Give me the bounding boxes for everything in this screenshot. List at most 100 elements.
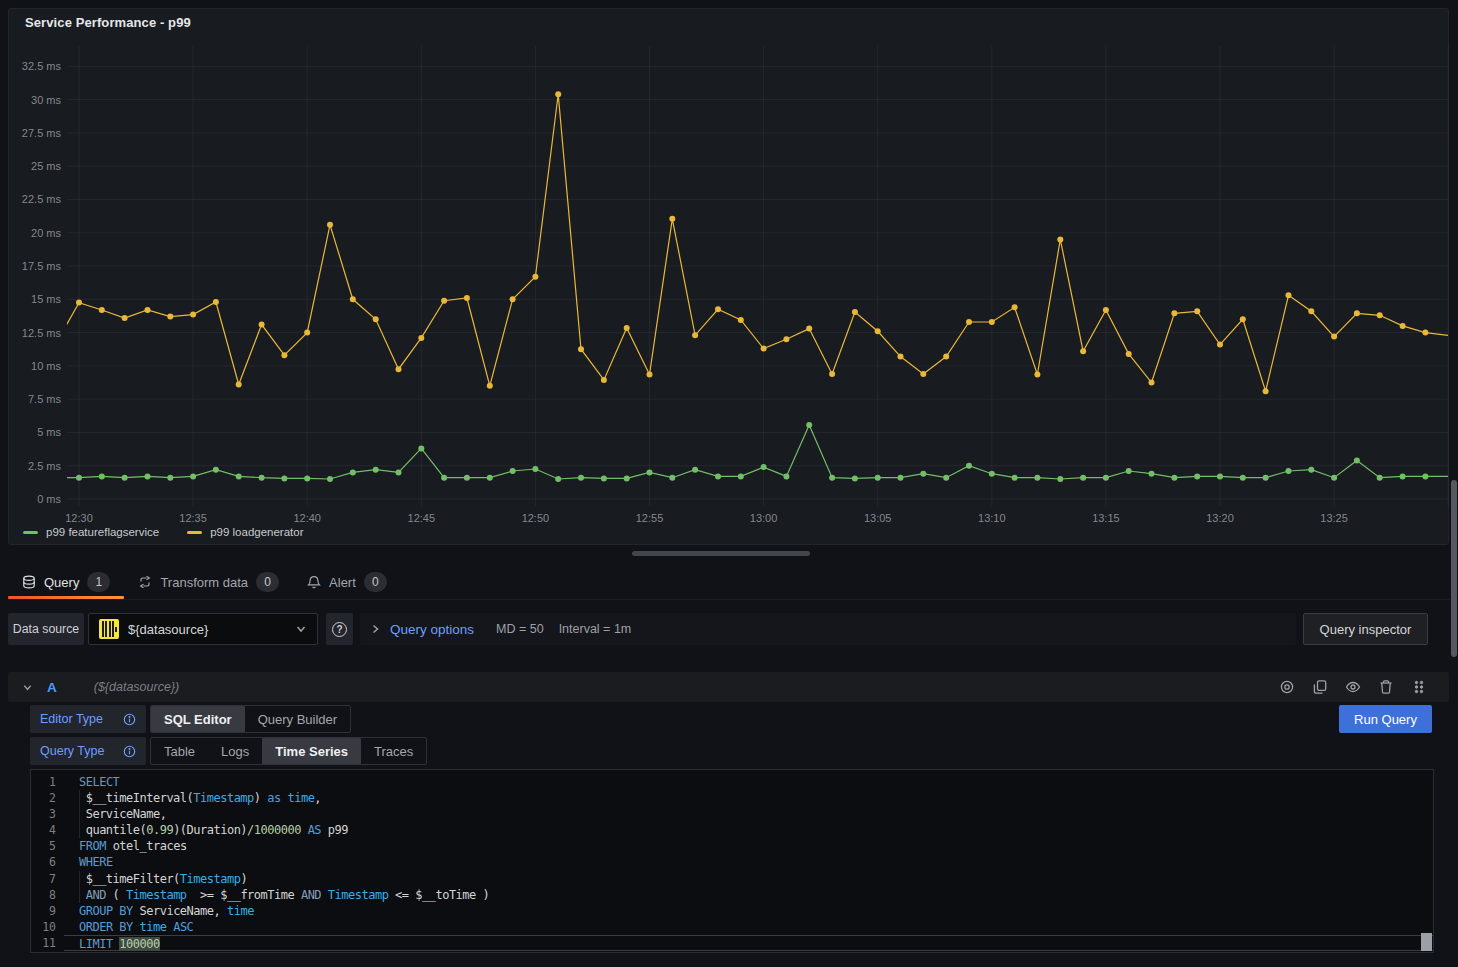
code-line: 4quantile(0.99)(Duration)/1000000 AS p99 — [31, 822, 1433, 838]
svg-text:12:45: 12:45 — [408, 512, 436, 524]
run-query-button[interactable]: Run Query — [1339, 705, 1432, 733]
chevron-down-icon — [295, 623, 307, 635]
tab-query[interactable]: Query 1 — [8, 565, 124, 599]
svg-text:13:25: 13:25 — [1320, 512, 1348, 524]
query-row-actions — [1279, 679, 1427, 695]
line-content: GROUP BY ServiceName, time — [64, 903, 1433, 919]
question-circle-icon: ? — [332, 622, 347, 637]
panel-service-performance: Service Performance - p99 0 ms2.5 ms5 ms… — [8, 8, 1449, 545]
svg-text:27.5 ms: 27.5 ms — [22, 127, 62, 139]
sql-code-editor[interactable]: 1SELECT2$__timeInterval(Timestamp) as ti… — [30, 769, 1434, 953]
svg-text:0 ms: 0 ms — [37, 493, 61, 505]
line-number: 6 — [31, 854, 56, 870]
option-table[interactable]: Table — [151, 738, 208, 764]
info-circle-icon — [123, 713, 136, 726]
code-line: 9 GROUP BY ServiceName, time — [31, 903, 1433, 919]
line-content: LIMIT 100000 — [64, 935, 1433, 951]
legend-label: p99 featureflagservice — [46, 526, 159, 538]
line-content: AND ( Timestamp >= $__fromTime AND Times… — [64, 887, 1433, 903]
line-content: $__timeFilter(Timestamp) — [64, 871, 1433, 887]
option-time-series[interactable]: Time Series — [262, 738, 361, 764]
legend-item[interactable]: p99 loadgenerator — [187, 526, 303, 538]
line-number: 11 — [31, 935, 56, 951]
line-number: 3 — [31, 806, 56, 822]
legend-swatch — [187, 531, 202, 534]
svg-text:13:20: 13:20 — [1206, 512, 1234, 524]
legend-label: p99 loadgenerator — [210, 526, 303, 538]
query-row-header[interactable]: A (${datasource}) — [8, 672, 1449, 702]
tab-label: Query — [44, 575, 79, 590]
query-options-bar[interactable]: Query options MD = 50 Interval = 1m — [360, 613, 1296, 645]
code-line: 11 LIMIT 100000 — [31, 935, 1433, 951]
svg-text:20 ms: 20 ms — [31, 227, 61, 239]
code-lines: 1SELECT2$__timeInterval(Timestamp) as ti… — [31, 774, 1433, 951]
chart-legend: p99 featureflagservice p99 loadgenerator — [23, 526, 304, 538]
vertical-scrollbar[interactable] — [1451, 480, 1457, 657]
editor-cursor-decoration — [1421, 933, 1432, 951]
line-content: ORDER BY time ASC — [64, 919, 1433, 935]
hide-response-icon[interactable] — [1345, 679, 1361, 695]
max-data-points: MD = 50 — [496, 622, 544, 636]
line-content: WHERE — [64, 854, 1433, 870]
disable-query-icon[interactable] — [1279, 679, 1295, 695]
option-logs[interactable]: Logs — [208, 738, 262, 764]
line-number: 10 — [31, 919, 56, 935]
code-line: 1SELECT — [31, 774, 1433, 790]
info-circle-icon — [123, 745, 136, 758]
line-content: quantile(0.99)(Duration)/1000000 AS p99 — [64, 822, 1433, 838]
tab-alert[interactable]: Alert 0 — [293, 565, 401, 599]
clickhouse-datasource-icon — [99, 619, 119, 639]
tab-badge: 0 — [364, 572, 387, 592]
drag-handle-icon[interactable] — [1411, 679, 1427, 695]
timeseries-chart[interactable]: 0 ms2.5 ms5 ms7.5 ms10 ms12.5 ms15 ms17.… — [9, 9, 1450, 546]
legend-swatch — [23, 531, 38, 534]
remove-query-icon[interactable] — [1378, 679, 1394, 695]
datasource-value: ${datasource} — [128, 622, 295, 637]
datasource-help-button[interactable]: ? — [326, 613, 353, 645]
line-content: FROM otel_traces — [64, 838, 1433, 854]
duplicate-query-icon[interactable] — [1312, 679, 1328, 695]
editor-type-group: SQL EditorQuery Builder — [150, 705, 351, 733]
horizontal-scrollbar[interactable] — [632, 551, 810, 556]
line-number: 9 — [31, 903, 56, 919]
svg-text:12.5 ms: 12.5 ms — [22, 327, 62, 339]
svg-text:12:40: 12:40 — [293, 512, 321, 524]
code-line: 7$__timeFilter(Timestamp) — [31, 871, 1433, 887]
code-line: 3 ServiceName, — [31, 806, 1433, 822]
code-line: 10 ORDER BY time ASC — [31, 919, 1433, 935]
option-traces[interactable]: Traces — [361, 738, 426, 764]
svg-text:30 ms: 30 ms — [31, 94, 61, 106]
query-inspector-button[interactable]: Query inspector — [1303, 613, 1428, 645]
svg-text:17.5 ms: 17.5 ms — [22, 260, 62, 272]
svg-text:2.5 ms: 2.5 ms — [28, 460, 62, 472]
svg-text:25 ms: 25 ms — [31, 160, 61, 172]
tab-label: Alert — [329, 575, 356, 590]
bell-icon — [307, 575, 321, 589]
option-query-builder[interactable]: Query Builder — [245, 706, 350, 732]
query-options-link[interactable]: Query options — [390, 622, 474, 637]
tab-badge: 1 — [87, 572, 110, 592]
svg-text:10 ms: 10 ms — [31, 360, 61, 372]
collapse-chevron-icon[interactable] — [22, 682, 33, 693]
svg-text:13:05: 13:05 — [864, 512, 892, 524]
svg-text:12:55: 12:55 — [636, 512, 664, 524]
svg-text:15 ms: 15 ms — [31, 293, 61, 305]
code-line: 5 FROM otel_traces — [31, 838, 1433, 854]
line-number: 5 — [31, 838, 56, 854]
tab-transform-data[interactable]: Transform data0 — [124, 565, 293, 599]
svg-text:13:15: 13:15 — [1092, 512, 1120, 524]
grafana-panel-edit-page: Service Performance - p99 0 ms2.5 ms5 ms… — [0, 0, 1458, 967]
line-content: ServiceName, — [64, 806, 1433, 822]
query-type-group: TableLogsTime SeriesTraces — [150, 737, 427, 765]
option-sql-editor[interactable]: SQL Editor — [151, 706, 245, 732]
chevron-right-icon — [370, 624, 380, 634]
svg-text:13:00: 13:00 — [750, 512, 778, 524]
line-number: 8 — [31, 887, 56, 903]
editor-tabbar: Query 1 Transform data0 Alert 0 — [8, 565, 1450, 600]
active-tab-underline — [8, 596, 124, 599]
datasource-label: Data source — [8, 613, 84, 645]
datasource-picker[interactable]: ${datasource} — [88, 613, 318, 645]
code-line: 6 WHERE — [31, 854, 1433, 870]
legend-item[interactable]: p99 featureflagservice — [23, 526, 159, 538]
svg-text:7.5 ms: 7.5 ms — [28, 393, 62, 405]
